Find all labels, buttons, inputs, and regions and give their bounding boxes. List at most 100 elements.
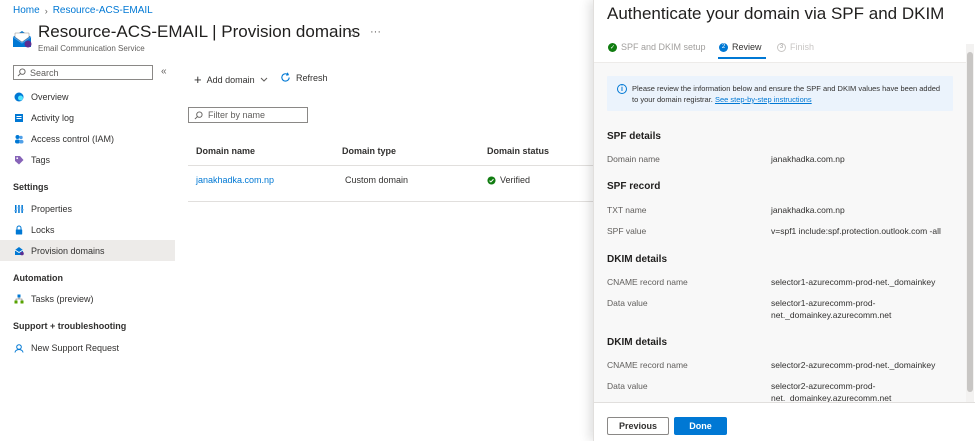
txt-name-value: janakhadka.com.np — [771, 205, 845, 215]
domain-name-label: Domain name — [607, 154, 660, 164]
tag-icon — [14, 155, 24, 165]
spf-details-heading: SPF details — [607, 131, 661, 142]
table-divider — [188, 201, 593, 202]
data-value-line-1: selector2-azurecomm-prod- — [771, 381, 876, 391]
sidebar-item-access-control[interactable]: Access control (IAM) — [0, 128, 175, 149]
cname-record-name-label: CNAME record name — [607, 277, 688, 287]
cname-record-name-label-2: CNAME record name — [607, 360, 688, 370]
done-button[interactable]: Done — [674, 417, 727, 435]
sidebar-item-label: Provision domains — [31, 245, 105, 256]
page-subtitle: Email Communication Service — [38, 44, 145, 53]
step-review[interactable]: 2 Review — [719, 42, 762, 52]
sidebar-item-overview[interactable]: Overview — [0, 86, 175, 107]
step-finish: 3 Finish — [777, 42, 814, 52]
add-domain-button[interactable]: + Add domain — [194, 72, 268, 87]
spf-record-heading: SPF record — [607, 181, 661, 192]
txt-name-label: TXT name — [607, 205, 647, 215]
sidebar-item-label: Access control (IAM) — [31, 133, 115, 144]
authenticate-domain-panel: Authenticate your domain via SPF and DKI… — [593, 0, 975, 441]
data-value-label: Data value — [607, 298, 648, 308]
sidebar-item-new-support-request[interactable]: New Support Request — [0, 337, 175, 358]
refresh-label: Refresh — [296, 72, 328, 83]
email-service-icon — [11, 29, 33, 49]
step-spf-dkim-setup[interactable]: ✓ SPF and DKIM setup — [608, 42, 706, 52]
data-value-line-2: net._domainkey.azurecomm.net — [771, 310, 892, 320]
sidebar-search-placeholder: Search — [30, 67, 59, 78]
column-header-domain-type[interactable]: Domain type — [342, 146, 396, 156]
dkim-details-heading: DKIM details — [607, 254, 668, 265]
breadcrumb-resource[interactable]: Resource-ACS-EMAIL — [53, 5, 153, 16]
page-title: Resource-ACS-EMAIL | Provision domains — [38, 22, 361, 41]
step-number-icon: 3 — [777, 42, 786, 52]
sidebar-item-properties[interactable]: Properties — [0, 198, 175, 219]
info-message: i Please review the information below an… — [607, 76, 953, 111]
sidebar-item-tasks[interactable]: Tasks (preview) — [0, 288, 175, 309]
spf-value-label: SPF value — [607, 226, 647, 236]
step-label: Finish — [790, 42, 815, 52]
active-step-indicator — [718, 57, 766, 59]
success-check-icon — [487, 175, 496, 185]
sidebar-item-label: Properties — [31, 203, 73, 214]
previous-button[interactable]: Previous — [607, 417, 669, 435]
breadcrumb-home[interactable]: Home — [13, 5, 40, 16]
chevron-right-icon: › — [44, 5, 48, 16]
sidebar-item-activity-log[interactable]: Activity log — [0, 107, 175, 128]
table-divider — [188, 165, 593, 166]
dkim-details-heading-2: DKIM details — [607, 337, 668, 348]
sidebar-search-input[interactable]: Search — [13, 65, 153, 80]
filter-by-name-input[interactable]: Filter by name — [188, 107, 308, 123]
step-number-icon: 2 — [719, 42, 728, 52]
overview-icon — [14, 92, 24, 102]
info-text: Please review the information below and … — [632, 83, 942, 105]
step-label: Review — [732, 42, 762, 52]
lock-icon — [14, 225, 24, 235]
sidebar-item-label: Tasks (preview) — [31, 293, 94, 304]
more-options-icon[interactable]: ··· — [370, 26, 381, 38]
cname-record-name-value-2: selector2-azurecomm-prod-net._domainkey — [771, 360, 936, 370]
data-value-2: selector2-azurecomm-prod- net._domainkey… — [771, 380, 961, 404]
step-complete-check-icon: ✓ — [608, 42, 617, 52]
plus-icon: + — [194, 72, 202, 87]
panel-footer: Previous Done — [594, 402, 975, 441]
refresh-icon — [281, 72, 290, 82]
data-value-line-1: selector1-azurecomm-prod- — [771, 298, 876, 308]
data-value-label-2: Data value — [607, 381, 648, 391]
support-icon — [14, 343, 24, 353]
people-icon — [14, 134, 24, 144]
panel-scrollbar[interactable] — [966, 44, 974, 402]
sidebar-item-locks[interactable]: Locks — [0, 219, 175, 240]
sidebar-section-automation: Automation — [13, 273, 63, 283]
scrollbar-thumb[interactable] — [967, 52, 973, 392]
column-header-domain-name[interactable]: Domain name — [196, 146, 255, 156]
filter-placeholder: Filter by name — [208, 110, 266, 120]
chevron-down-icon — [260, 77, 267, 82]
panel-title: Authenticate your domain via SPF and DKI… — [607, 4, 945, 23]
domain-name-link[interactable]: janakhadka.com.np — [196, 175, 274, 185]
breadcrumb: Home › Resource-ACS-EMAIL — [13, 5, 153, 16]
sidebar-item-label: Locks — [31, 224, 55, 235]
add-domain-label: Add domain — [206, 74, 255, 85]
filter-icon — [194, 110, 203, 119]
domain-icon — [14, 246, 24, 256]
activity-log-icon — [14, 113, 24, 123]
sidebar-section-support: Support + troubleshooting — [13, 321, 127, 331]
domain-name-value: janakhadka.com.np — [771, 154, 845, 164]
step-by-step-instructions-link[interactable]: See step-by-step instructions — [715, 95, 812, 104]
data-value: selector1-azurecomm-prod- net._domainkey… — [771, 297, 961, 321]
cname-record-name-value: selector1-azurecomm-prod-net._domainkey — [771, 277, 936, 287]
column-header-domain-status[interactable]: Domain status — [487, 146, 549, 156]
sidebar-item-label: Tags — [31, 154, 51, 165]
search-icon — [17, 68, 26, 77]
favorite-star-icon[interactable]: ☆ — [347, 26, 358, 40]
collapse-sidebar-icon[interactable]: « — [161, 66, 167, 77]
sidebar-item-provision-domains[interactable]: Provision domains — [0, 240, 175, 261]
sidebar-item-tags[interactable]: Tags — [0, 149, 175, 170]
spf-value: v=spf1 include:spf.protection.outlook.co… — [771, 226, 941, 236]
status-label: Verified — [500, 175, 531, 185]
tasks-icon — [14, 294, 24, 304]
domain-status-cell: Verified — [487, 175, 530, 185]
domain-type-cell: Custom domain — [345, 175, 409, 185]
refresh-button[interactable]: Refresh — [280, 72, 328, 83]
properties-icon — [14, 204, 24, 214]
sidebar-item-label: New Support Request — [31, 342, 120, 353]
